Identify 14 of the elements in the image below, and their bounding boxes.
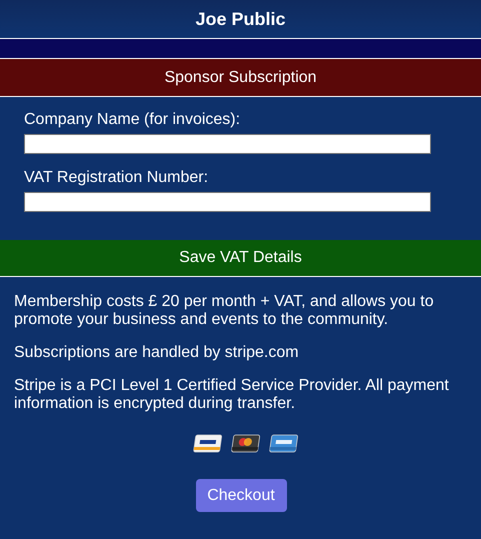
section-title: Sponsor Subscription <box>0 59 481 97</box>
input-field[interactable] <box>24 192 431 212</box>
field-label: Company Name (for invoices): <box>24 110 242 129</box>
field-label: VAT Registration Number: <box>24 168 210 187</box>
credit-card-icon <box>268 434 298 453</box>
page-title: Joe Public <box>195 8 286 30</box>
info-paragraph: Membership costs £ 20 per month + VAT, and allows you to promote your business and events to the community. <box>14 293 435 329</box>
credit-card-icon <box>192 434 222 453</box>
info-paragraph: Subscriptions are handled by stripe.com <box>14 344 300 362</box>
input-field[interactable] <box>24 134 431 154</box>
credit-card-icon <box>230 434 260 453</box>
checkout-button[interactable]: Checkout <box>196 479 286 512</box>
save-vat-button[interactable]: Save VAT Details <box>0 240 481 277</box>
info-paragraph: Stripe is a PCI Level 1 Certified Service Provider. All payment information is encrypted during transfer. <box>14 377 450 413</box>
